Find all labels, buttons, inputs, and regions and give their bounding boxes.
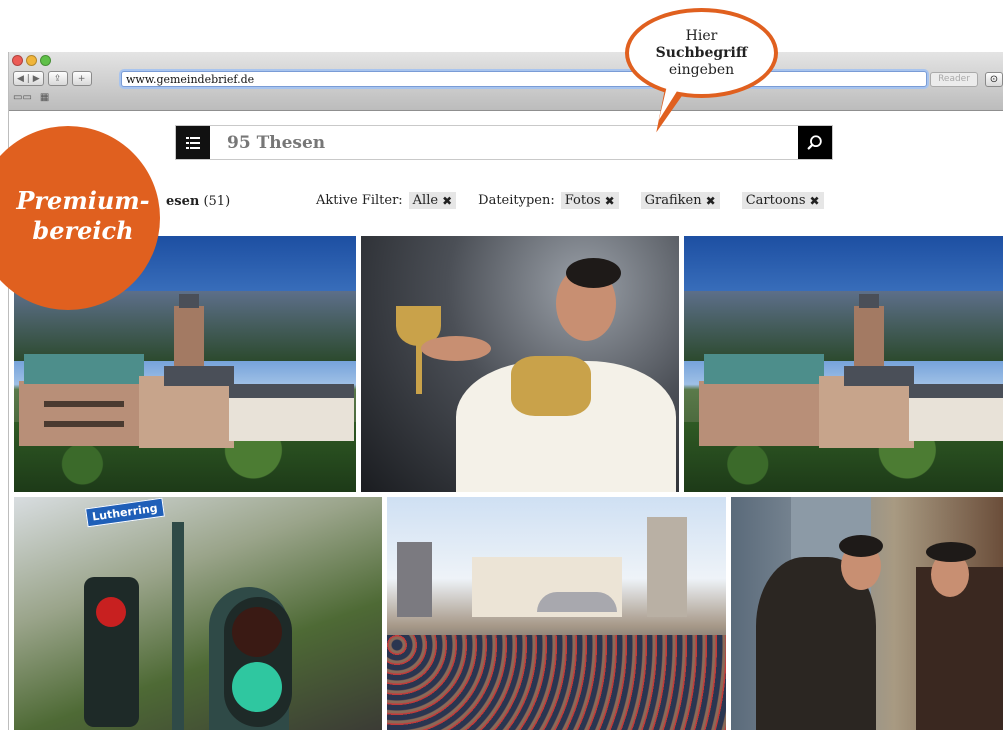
add-bookmark-button[interactable]: +	[71, 71, 92, 86]
window-controls	[12, 55, 51, 66]
reading-list-icon[interactable]: ▭▭	[13, 92, 32, 103]
chip-label: Cartoons	[745, 193, 806, 208]
badge-line-2: bereich	[32, 216, 134, 245]
active-filter-label: Aktive Filter:	[316, 193, 403, 208]
photo-luther-painting[interactable]	[731, 497, 1003, 730]
back-forward-button[interactable]: ◀ | ▶	[13, 71, 44, 86]
photo-priest[interactable]	[361, 236, 679, 492]
callout-line-2: Suchbegriff	[655, 45, 748, 61]
plus-icon: +	[77, 73, 86, 84]
share-button[interactable]: ⇪	[47, 71, 68, 86]
address-bar[interactable]: www.gemeindebrief.de	[121, 71, 927, 87]
search-bar: 95 Thesen	[175, 125, 833, 160]
result-title: esen	[166, 194, 200, 209]
result-count: (51)	[203, 194, 231, 209]
search-icon	[807, 134, 822, 150]
download-icon: ⊙	[989, 74, 999, 85]
reader-button[interactable]: Reader	[930, 72, 978, 87]
zoom-window-button[interactable]	[40, 55, 51, 66]
filter-bar: Aktive Filter: Alle ✖ Dateitypen: Fotos ✖ …	[316, 192, 824, 209]
search-button[interactable]	[798, 126, 832, 159]
share-icon: ⇪	[53, 73, 62, 84]
browser-toolbar: ◀ | ▶ ⇪ + www.gemeindebrief.de Reader ⊙ …	[9, 52, 1003, 111]
bookmarks-bar: ▭▭ ▦	[13, 92, 49, 103]
photo-traffic-light[interactable]: Lutherring	[14, 497, 382, 730]
callout-line-1: Hier	[685, 28, 718, 44]
back-icon: ◀	[17, 73, 24, 84]
close-window-button[interactable]	[12, 55, 23, 66]
filter-chip-cartoons[interactable]: Cartoons ✖	[741, 192, 824, 209]
chip-label: Grafiken	[644, 193, 702, 208]
chip-label: Fotos	[564, 193, 601, 208]
filter-chip-alle[interactable]: Alle ✖	[408, 192, 457, 209]
remove-icon[interactable]: ✖	[605, 194, 615, 208]
top-sites-icon[interactable]: ▦	[40, 92, 49, 103]
search-hint-callout: Hier Suchbegriff eingeben	[625, 8, 778, 138]
filter-chip-grafiken[interactable]: Grafiken ✖	[640, 192, 720, 209]
list-icon	[186, 136, 200, 149]
nav-buttons: ◀ | ▶ ⇪ +	[13, 71, 92, 86]
minimize-window-button[interactable]	[26, 55, 37, 66]
forward-icon: ▶	[32, 73, 40, 84]
search-input[interactable]: 95 Thesen	[227, 133, 325, 153]
menu-button[interactable]	[176, 126, 210, 159]
photo-market-square[interactable]	[387, 497, 726, 730]
photo-wartburg-2[interactable]	[684, 236, 1003, 492]
result-heading: esen (51)	[166, 194, 230, 209]
downloads-button[interactable]: ⊙	[985, 72, 1003, 87]
remove-icon[interactable]: ✖	[706, 194, 716, 208]
remove-icon[interactable]: ✖	[442, 194, 452, 208]
badge-line-1: Premium-	[16, 186, 150, 215]
chip-label: Alle	[412, 193, 439, 208]
remove-icon[interactable]: ✖	[810, 194, 820, 208]
filetype-label: Dateitypen:	[478, 193, 555, 208]
filter-chip-fotos[interactable]: Fotos ✖	[560, 192, 619, 209]
callout-line-3: eingeben	[668, 62, 735, 78]
